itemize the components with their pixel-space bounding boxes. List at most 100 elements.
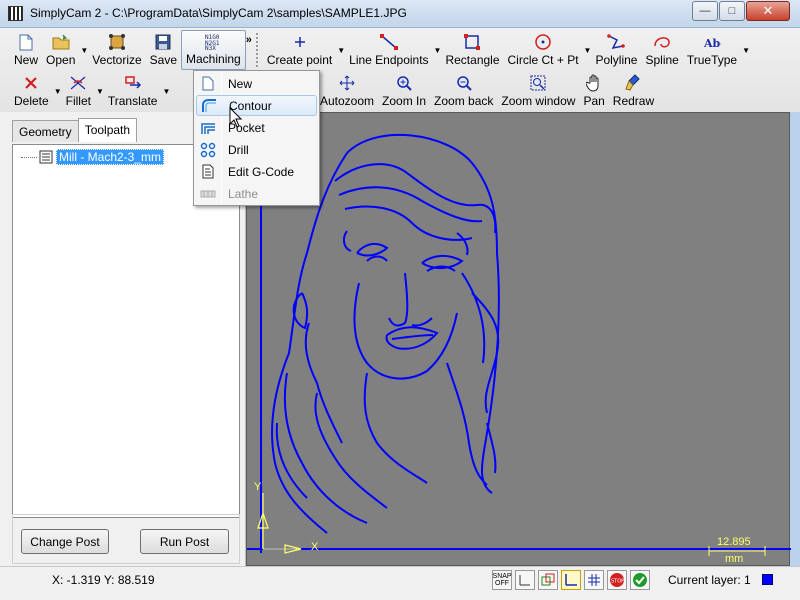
- post-buttons-bar: Change Post Run Post: [12, 514, 240, 564]
- zoom-in-label: Zoom In: [382, 94, 427, 108]
- status-toggles: SNAP OFF STOP: [492, 570, 650, 590]
- open-button[interactable]: Open: [42, 30, 79, 70]
- axes-toggle[interactable]: [561, 570, 581, 590]
- minimize-button[interactable]: —: [692, 1, 718, 21]
- redraw-brush-icon: [624, 74, 642, 92]
- edit-toolbar: Delete ▼ Fillet ▼ Translate ▼: [10, 71, 170, 111]
- open-folder-icon: [52, 33, 70, 51]
- create-point-dropdown-arrow[interactable]: ▼: [337, 46, 345, 55]
- vectorize-label: Vectorize: [92, 53, 142, 67]
- tab-toolpath[interactable]: Toolpath: [77, 118, 138, 142]
- tree-item-label[interactable]: Mill - Mach2-3_mm: [56, 149, 165, 165]
- line-endpoints-button[interactable]: Line Endpoints: [345, 30, 432, 70]
- tree-connector: [21, 156, 37, 158]
- grid-toggle[interactable]: [584, 570, 604, 590]
- truetype-dropdown-arrow[interactable]: ▼: [742, 46, 750, 55]
- zoom-in-icon: [395, 74, 413, 92]
- delete-label: Delete: [14, 94, 49, 108]
- zoom-back-button[interactable]: Zoom back: [430, 71, 497, 111]
- run-post-button[interactable]: Run Post: [140, 529, 229, 554]
- open-label: Open: [46, 53, 76, 67]
- truetype-button[interactable]: Abc TrueType: [683, 30, 741, 70]
- work-boundary: [247, 113, 791, 553]
- vectorize-button[interactable]: Vectorize: [88, 30, 145, 70]
- menu-item-label: Edit G-Code: [228, 164, 295, 179]
- menu-item-edit-gcode[interactable]: Edit G-Code: [196, 161, 317, 182]
- axes-icon: [565, 574, 577, 586]
- scale-value: 12.895: [717, 536, 751, 548]
- stop-sign-icon: STOP: [610, 573, 624, 587]
- redraw-button[interactable]: Redraw: [609, 71, 658, 111]
- rectangle-icon: [463, 33, 481, 51]
- spline-label: Spline: [645, 53, 679, 67]
- fillet-dropdown-arrow[interactable]: ▼: [96, 87, 104, 96]
- maximize-button[interactable]: □: [719, 1, 745, 21]
- fillet-icon: [69, 74, 87, 92]
- window-title: SimplyCam 2 - C:\ProgramData\SimplyCam 2…: [30, 6, 407, 20]
- zoom-window-button[interactable]: Zoom window: [497, 71, 579, 111]
- pan-button[interactable]: Pan: [579, 71, 608, 111]
- layers-toggle[interactable]: [538, 570, 558, 590]
- pocket-icon: [196, 121, 220, 135]
- autozoom-label: Autozoom: [320, 94, 375, 108]
- open-dropdown-arrow[interactable]: ▼: [80, 46, 88, 55]
- new-doc-icon: [196, 76, 220, 91]
- zoom-in-button[interactable]: Zoom In: [378, 71, 430, 111]
- drill-icon: [196, 142, 220, 158]
- delete-dropdown-arrow[interactable]: ▼: [54, 87, 62, 96]
- toolbar-grip[interactable]: [255, 33, 259, 67]
- axis-x-label: X: [311, 541, 319, 553]
- mouse-cursor-icon: [229, 107, 243, 128]
- circle-button[interactable]: Circle Ct + Pt: [504, 30, 583, 70]
- truetype-label: TrueType: [686, 53, 738, 67]
- change-post-button[interactable]: Change Post: [21, 529, 109, 554]
- tab-geometry[interactable]: Geometry: [12, 120, 79, 142]
- menu-item-drill[interactable]: Drill: [196, 139, 317, 160]
- close-button[interactable]: ✕: [746, 1, 790, 21]
- ortho-angle-toggle[interactable]: [515, 570, 535, 590]
- spline-icon: [653, 33, 671, 51]
- new-button[interactable]: New: [10, 30, 42, 70]
- save-label: Save: [149, 53, 178, 67]
- polyline-button[interactable]: Polyline: [591, 30, 641, 70]
- translate-button[interactable]: Translate: [104, 71, 162, 111]
- menu-item-contour[interactable]: Contour: [196, 95, 317, 116]
- line-dropdown-arrow[interactable]: ▼: [434, 46, 442, 55]
- menu-item-new[interactable]: New: [196, 73, 317, 94]
- machining-button[interactable]: N1G0 N2G1 N3X Machining: [181, 30, 246, 70]
- tree-item-post[interactable]: Mill - Mach2-3_mm: [21, 149, 165, 165]
- svg-text:Abc: Abc: [703, 37, 721, 49]
- contour-icon: [197, 98, 221, 113]
- pan-label: Pan: [583, 94, 605, 108]
- point-plus-icon: [291, 33, 309, 51]
- zoom-window-label: Zoom window: [501, 94, 576, 108]
- save-button[interactable]: Save: [146, 30, 181, 70]
- autozoom-button[interactable]: Autozoom: [316, 71, 378, 111]
- stop-button[interactable]: STOP: [607, 570, 627, 590]
- create-point-button[interactable]: Create point: [263, 30, 336, 70]
- app-icon: [8, 6, 23, 21]
- vectorize-icon: [108, 33, 126, 51]
- axis-y-label: Y: [254, 481, 262, 493]
- layer-color-swatch[interactable]: [762, 574, 773, 585]
- new-doc-icon: [17, 33, 35, 51]
- menu-item-label: Drill: [228, 142, 249, 157]
- fillet-button[interactable]: Fillet: [62, 71, 95, 111]
- translate-dropdown-arrow[interactable]: ▼: [162, 87, 170, 96]
- delete-button[interactable]: Delete: [10, 71, 53, 111]
- menu-item-label: New: [228, 76, 253, 91]
- rectangle-button[interactable]: Rectangle: [441, 30, 503, 70]
- circle-icon: [534, 33, 552, 51]
- spline-button[interactable]: Spline: [641, 30, 682, 70]
- svg-text:STOP: STOP: [611, 579, 624, 585]
- menu-item-pocket[interactable]: Pocket: [196, 117, 317, 138]
- check-icon: [633, 573, 647, 587]
- ok-button[interactable]: [630, 570, 650, 590]
- menu-item-label: Lathe: [228, 186, 259, 201]
- menu-item-lathe: Lathe: [196, 183, 317, 204]
- toolbar-overflow-chevron[interactable]: »: [246, 34, 252, 46]
- drawing-canvas[interactable]: Y X 12.895 mm: [246, 112, 791, 566]
- circle-dropdown-arrow[interactable]: ▼: [584, 46, 592, 55]
- rectangle-label: Rectangle: [445, 53, 500, 67]
- snap-toggle[interactable]: SNAP OFF: [492, 570, 512, 590]
